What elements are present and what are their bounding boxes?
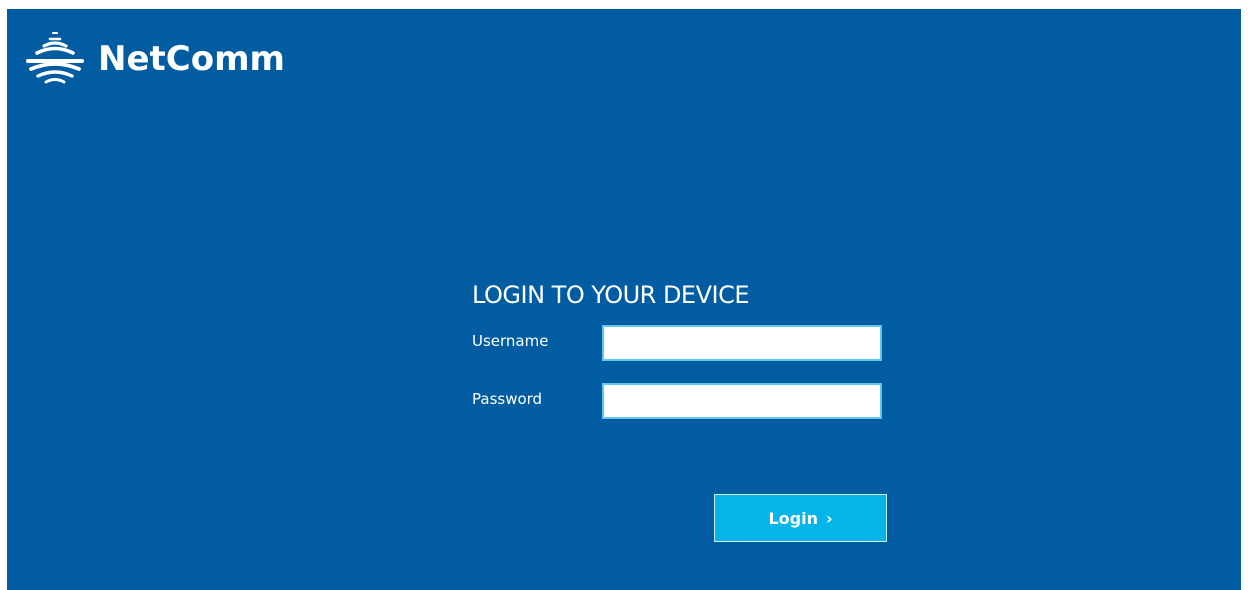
netcomm-logo: NetComm [22, 31, 285, 87]
brand-name: NetComm [98, 39, 285, 79]
username-input[interactable] [602, 325, 882, 361]
login-page-panel: NetComm LOGIN TO YOUR DEVICE Username Pa… [7, 9, 1241, 590]
login-button-label: Login [768, 508, 818, 528]
wifi-signal-icon [26, 32, 84, 84]
username-label: Username [472, 332, 549, 350]
password-label: Password [472, 390, 543, 408]
password-input[interactable] [602, 383, 882, 419]
login-button[interactable]: Login › [714, 494, 887, 542]
chevron-right-icon: › [825, 508, 833, 528]
login-title: LOGIN TO YOUR DEVICE [472, 281, 750, 309]
